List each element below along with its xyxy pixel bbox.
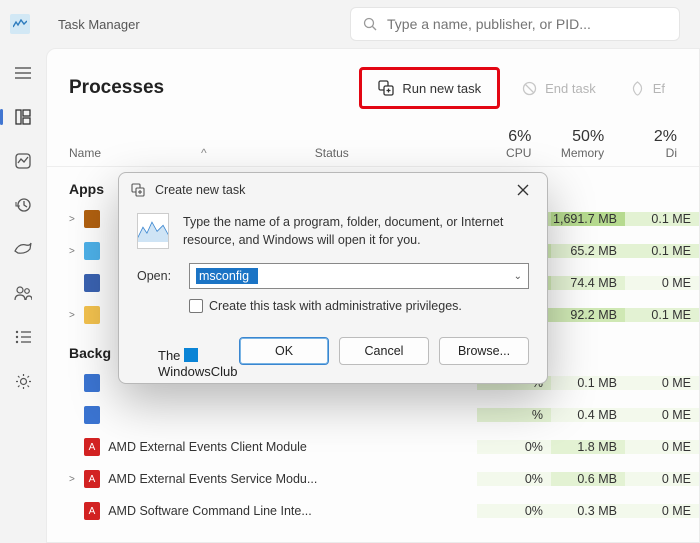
cancel-button[interactable]: Cancel: [339, 337, 429, 365]
memory-cell: 0.1 MB: [551, 376, 625, 390]
cpu-cell: %: [477, 408, 551, 422]
end-task-button: End task: [510, 74, 608, 103]
nav-details-icon[interactable]: [12, 326, 34, 348]
disk-cell: 0 ME: [625, 440, 699, 454]
efficiency-button: Ef: [618, 74, 677, 103]
disk-cell: 0 ME: [625, 504, 699, 518]
table-row[interactable]: % 0.4 MB 0 ME: [69, 399, 699, 431]
dialog-title: Create new task: [155, 183, 245, 197]
column-headers: Name^ Status 6%CPU 50%Memory 2%Di: [47, 121, 699, 167]
col-name[interactable]: Name^: [69, 146, 315, 166]
memory-cell: 0.6 MB: [551, 472, 625, 486]
memory-cell: 74.4 MB: [551, 276, 625, 290]
process-icon: [84, 406, 101, 424]
watermark: The WindowsClub: [158, 348, 237, 381]
process-icon: [84, 374, 101, 392]
efficiency-label: Ef: [653, 81, 665, 96]
disk-cell: 0.1 ME: [625, 212, 699, 226]
sort-indicator-icon: ^: [201, 146, 207, 160]
process-name: AMD Software Command Line Inte...: [108, 504, 332, 518]
process-icon: [84, 242, 101, 260]
expand-icon[interactable]: >: [69, 310, 84, 321]
browse-button[interactable]: Browse...: [439, 337, 529, 365]
expand-icon[interactable]: >: [69, 214, 84, 225]
disk-cell: 0 ME: [625, 408, 699, 422]
open-label: Open:: [137, 269, 177, 283]
process-name: AMD External Events Service Modu...: [108, 472, 332, 486]
chevron-down-icon[interactable]: ⌄: [514, 271, 522, 282]
dialog-icon: [131, 183, 145, 197]
run-task-icon: [378, 80, 394, 96]
process-icon: [84, 306, 101, 324]
search-input[interactable]: [387, 16, 667, 32]
disk-cell: 0.1 ME: [625, 308, 699, 322]
table-row[interactable]: > A AMD External Events Service Modu... …: [69, 463, 699, 495]
process-icon: A: [84, 502, 101, 520]
end-task-label: End task: [545, 81, 596, 96]
page-title: Processes: [69, 77, 349, 99]
memory-cell: 92.2 MB: [551, 308, 625, 322]
col-memory[interactable]: 50%Memory: [531, 128, 604, 166]
run-new-task-button[interactable]: Run new task: [359, 67, 500, 109]
watermark-logo-icon: [184, 348, 198, 362]
disk-cell: 0 ME: [625, 472, 699, 486]
dialog-description: Type the name of a program, folder, docu…: [183, 213, 529, 249]
process-icon: A: [84, 470, 101, 488]
memory-cell: 65.2 MB: [551, 244, 625, 258]
process-icon: A: [84, 438, 101, 456]
cpu-cell: 0%: [477, 440, 551, 454]
cpu-cell: 0%: [477, 504, 551, 518]
memory-cell: 1,691.7 MB: [551, 212, 625, 226]
app-title: Task Manager: [58, 17, 140, 32]
process-icon: [84, 210, 101, 228]
table-row[interactable]: A AMD External Events Client Module 0% 1…: [69, 431, 699, 463]
col-status[interactable]: Status: [315, 146, 459, 166]
hamburger-icon[interactable]: [12, 62, 34, 84]
disk-cell: 0.1 ME: [625, 244, 699, 258]
disk-cell: 0 ME: [625, 276, 699, 290]
checkbox-icon[interactable]: [189, 299, 203, 313]
search-box[interactable]: [350, 7, 680, 41]
table-row[interactable]: A AMD Software Command Line Inte... 0% 0…: [69, 495, 699, 527]
memory-cell: 0.4 MB: [551, 408, 625, 422]
ok-button[interactable]: OK: [239, 337, 329, 365]
col-cpu[interactable]: 6%CPU: [459, 128, 532, 166]
col-disk[interactable]: 2%Di: [604, 128, 677, 166]
close-button[interactable]: [511, 182, 535, 198]
efficiency-icon: [630, 81, 645, 96]
open-combobox[interactable]: ⌄: [189, 263, 529, 289]
dialog-chart-icon: [137, 213, 169, 249]
expand-icon[interactable]: >: [69, 246, 84, 257]
nav-processes-icon[interactable]: [12, 106, 34, 128]
nav-startup-icon[interactable]: [12, 238, 34, 260]
disk-cell: 0 ME: [625, 376, 699, 390]
nav-performance-icon[interactable]: [12, 150, 34, 172]
admin-checkbox-label: Create this task with administrative pri…: [209, 299, 462, 313]
cpu-cell: 0%: [477, 472, 551, 486]
open-input[interactable]: [196, 268, 258, 284]
admin-checkbox[interactable]: Create this task with administrative pri…: [137, 299, 529, 313]
memory-cell: 1.8 MB: [551, 440, 625, 454]
process-name: AMD External Events Client Module: [108, 440, 332, 454]
app-icon: [10, 14, 30, 34]
run-new-task-label: Run new task: [402, 81, 481, 96]
end-task-icon: [522, 81, 537, 96]
nav-history-icon[interactable]: [12, 194, 34, 216]
memory-cell: 0.3 MB: [551, 504, 625, 518]
search-icon: [363, 17, 377, 31]
nav-settings-icon[interactable]: [12, 370, 34, 392]
expand-icon[interactable]: >: [69, 474, 84, 485]
sidebar: [0, 48, 46, 543]
nav-users-icon[interactable]: [12, 282, 34, 304]
process-icon: [84, 274, 101, 292]
